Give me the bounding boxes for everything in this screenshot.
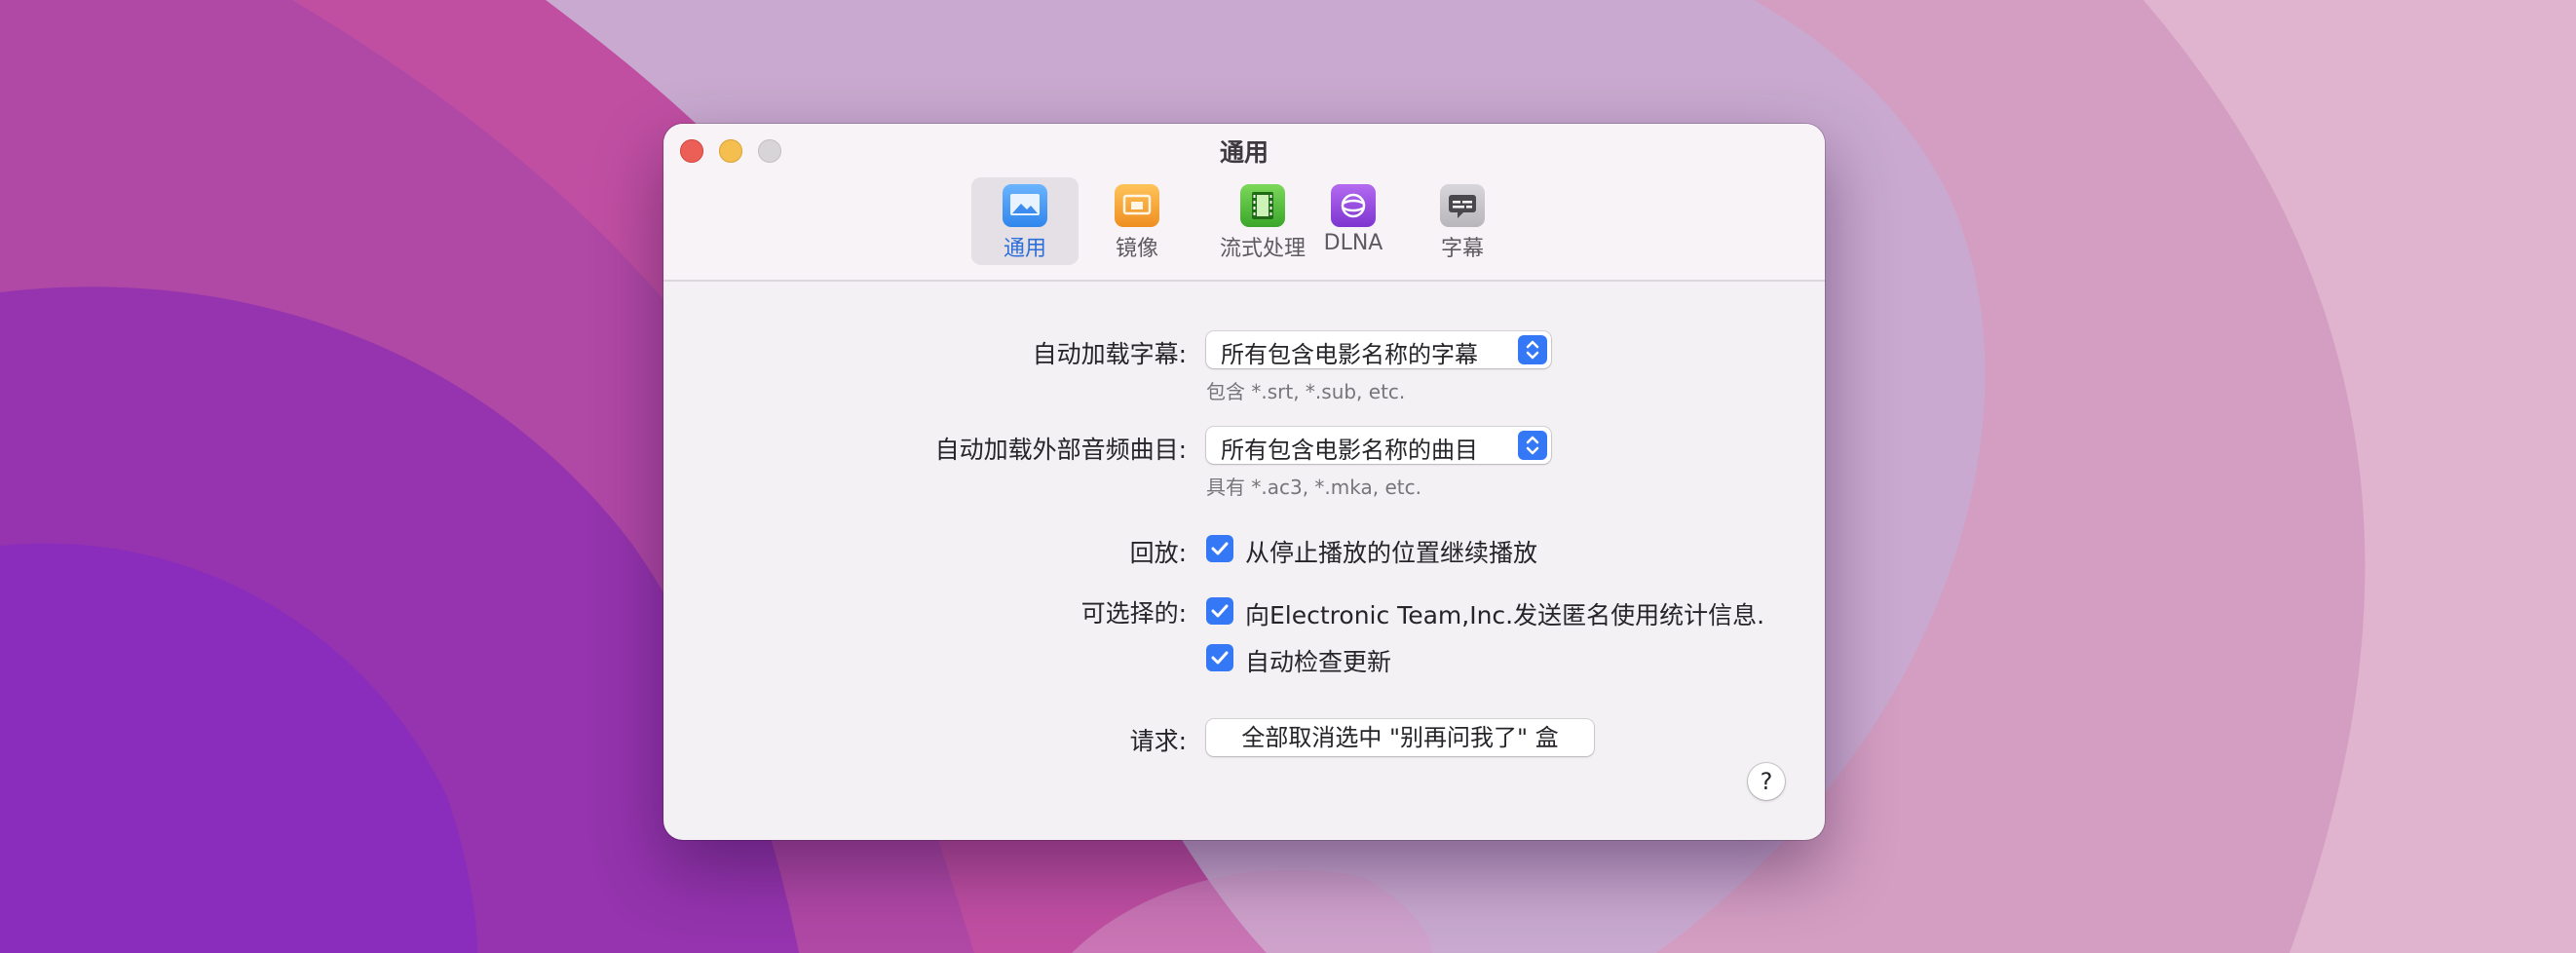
- tab-general-label: 通用: [1003, 237, 1046, 261]
- dlna-icon: [1331, 184, 1376, 227]
- auto-update-checkbox[interactable]: [1206, 644, 1233, 671]
- subtitles-label: 自动加载字幕:: [1032, 340, 1187, 368]
- requests-label: 请求:: [1129, 727, 1187, 755]
- tab-dlna-label: DLNA: [1323, 231, 1383, 255]
- updown-chevron-icon: [1518, 335, 1547, 364]
- send-stats-label[interactable]: 向Electronic Team,Inc.发送匿名使用统计信息.: [1245, 596, 1764, 631]
- preferences-toolbar: 通用 镜像 流式处理 DLNA 字幕: [663, 177, 1825, 270]
- audio-popup[interactable]: 所有包含电影名称的曲目: [1206, 427, 1551, 464]
- resume-playback-checkbox[interactable]: [1206, 535, 1233, 562]
- audio-popup-value: 所有包含电影名称的曲目: [1221, 437, 1478, 464]
- picture-icon: [1003, 184, 1047, 227]
- mirror-icon: [1115, 184, 1159, 227]
- subtitles-popup-value: 所有包含电影名称的字幕: [1221, 341, 1478, 368]
- audio-label: 自动加载外部音频曲目:: [934, 436, 1187, 464]
- checkmark-icon: [1211, 651, 1229, 665]
- help-button[interactable]: ?: [1748, 763, 1785, 800]
- tab-streaming[interactable]: 流式处理: [1194, 177, 1331, 265]
- tab-subtitles[interactable]: 字幕: [1423, 177, 1501, 265]
- checkmark-icon: [1211, 542, 1229, 555]
- subtitle-icon: [1440, 184, 1485, 227]
- auto-update-label[interactable]: 自动检查更新: [1245, 643, 1391, 678]
- tab-streaming-label: 流式处理: [1219, 237, 1306, 261]
- tab-mirroring[interactable]: 镜像: [1098, 177, 1176, 265]
- reset-dont-ask-button[interactable]: 全部取消选中 "别再问我了" 盒: [1206, 719, 1594, 756]
- preferences-window: 通用 通用 镜像 流式处理 DLNA 字幕 自动加载字幕: 所有包含电影名称的字…: [663, 124, 1825, 840]
- checkmark-icon: [1211, 604, 1229, 618]
- titlebar: 通用 通用 镜像 流式处理 DLNA 字幕: [663, 124, 1825, 282]
- tab-subtitles-label: 字幕: [1440, 237, 1484, 261]
- film-icon: [1240, 184, 1285, 227]
- window-title: 通用: [1219, 138, 1269, 167]
- updown-chevron-icon: [1518, 431, 1547, 460]
- playback-label: 回放:: [1129, 539, 1187, 567]
- subtitles-hint: 包含 *.srt, *.sub, etc.: [1206, 380, 1406, 403]
- subtitles-popup[interactable]: 所有包含电影名称的字幕: [1206, 331, 1551, 368]
- tab-dlna[interactable]: DLNA: [1316, 177, 1390, 265]
- audio-hint: 具有 *.ac3, *.mka, etc.: [1206, 476, 1421, 499]
- send-stats-checkbox[interactable]: [1206, 597, 1233, 625]
- tab-general[interactable]: 通用: [971, 177, 1079, 265]
- tab-mirroring-label: 镜像: [1115, 237, 1158, 261]
- resume-playback-label[interactable]: 从停止播放的位置继续播放: [1245, 534, 1537, 569]
- optional-label: 可选择的:: [1080, 599, 1187, 628]
